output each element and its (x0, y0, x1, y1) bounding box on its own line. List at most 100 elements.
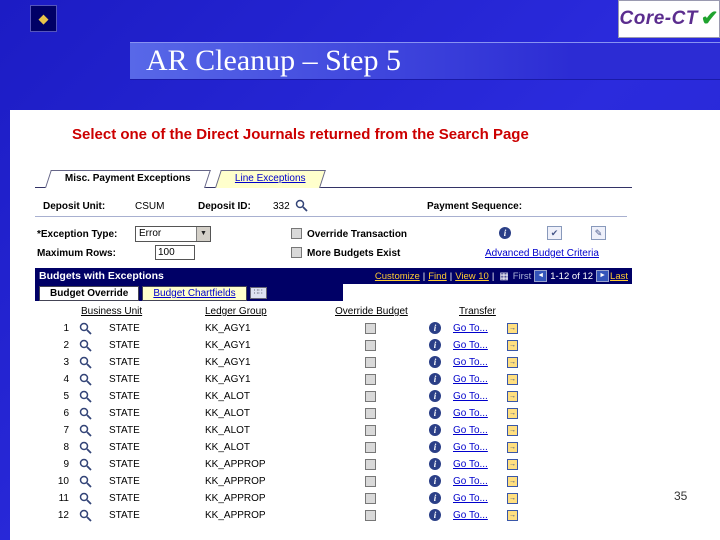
override-budget-checkbox[interactable] (365, 425, 376, 436)
show-all-columns-button[interactable]: ∷∷ (249, 287, 267, 299)
ledger-group-cell: KK_ALOT (205, 391, 251, 402)
more-budgets-exist-label: More Budgets Exist (307, 248, 401, 259)
row-lookup-magnifier-icon[interactable] (79, 424, 92, 440)
column-header-ledger-group[interactable]: Ledger Group (205, 306, 267, 317)
tab-budget-chartfields[interactable]: Budget Chartfields (142, 286, 247, 301)
goto-transfer-icon[interactable]: → (507, 459, 518, 470)
goto-link[interactable]: Go To... (453, 510, 488, 521)
goto-link[interactable]: Go To... (453, 374, 488, 385)
goto-transfer-icon[interactable]: → (507, 357, 518, 368)
override-budget-checkbox[interactable] (365, 442, 376, 453)
row-info-button[interactable]: i (429, 356, 441, 368)
override-budget-checkbox[interactable] (365, 459, 376, 470)
row-lookup-magnifier-icon[interactable] (79, 356, 92, 372)
goto-transfer-icon[interactable]: → (507, 374, 518, 385)
goto-transfer-icon[interactable]: → (507, 391, 518, 402)
goto-link[interactable]: Go To... (453, 442, 488, 453)
row-info-button[interactable]: i (429, 390, 441, 402)
find-link[interactable]: Find (428, 271, 446, 282)
row-info-button[interactable]: i (429, 339, 441, 351)
goto-transfer-icon[interactable]: → (507, 408, 518, 419)
last-link[interactable]: Last (610, 271, 628, 282)
goto-link[interactable]: Go To... (453, 493, 488, 504)
row-lookup-magnifier-icon[interactable] (79, 441, 92, 457)
row-lookup-magnifier-icon[interactable] (79, 492, 92, 508)
override-budget-checkbox[interactable] (365, 374, 376, 385)
row-info-button[interactable]: i (429, 373, 441, 385)
more-budgets-exist-checkbox[interactable] (291, 247, 302, 258)
pencil-icon[interactable]: ✎ (591, 226, 606, 240)
slide-page-number: 35 (674, 489, 688, 503)
row-info-button[interactable]: i (429, 322, 441, 334)
row-info-button[interactable]: i (429, 492, 441, 504)
row-lookup-magnifier-icon[interactable] (79, 458, 92, 474)
exception-type-select[interactable]: Error ▼ (135, 226, 211, 242)
next-arrow-icon[interactable]: ► (596, 270, 610, 282)
view-link[interactable]: View 10 (455, 271, 489, 282)
goto-transfer-icon[interactable]: → (507, 493, 518, 504)
table-row: 5 STATE KK_ALOT i Go To... → (35, 388, 632, 405)
row-info-button[interactable]: i (429, 458, 441, 470)
override-budget-checkbox[interactable] (365, 340, 376, 351)
tab-budget-override[interactable]: Budget Override (39, 286, 140, 301)
goto-link[interactable]: Go To... (453, 476, 488, 487)
override-budget-checkbox[interactable] (365, 391, 376, 402)
override-transaction-info-button[interactable]: i (499, 227, 511, 239)
goto-link[interactable]: Go To... (453, 425, 488, 436)
row-lookup-magnifier-icon[interactable] (79, 339, 92, 355)
row-lookup-magnifier-icon[interactable] (79, 407, 92, 423)
info-icon: i (429, 356, 441, 368)
goto-transfer-icon[interactable]: → (507, 425, 518, 436)
first-link[interactable]: First (511, 271, 533, 282)
goto-link[interactable]: Go To... (453, 340, 488, 351)
tab-label: Misc. Payment Exceptions (64, 173, 191, 184)
goto-link[interactable]: Go To... (453, 323, 488, 334)
row-lookup-magnifier-icon[interactable] (79, 475, 92, 491)
stamp-icon[interactable]: ✔ (547, 226, 562, 240)
customize-link[interactable]: Customize (375, 271, 420, 282)
tab-label: Budget Chartfields (153, 288, 236, 299)
dropdown-arrow-icon[interactable]: ▼ (196, 227, 210, 241)
row-info-button[interactable]: i (429, 509, 441, 521)
override-budget-checkbox[interactable] (365, 510, 376, 521)
info-icon: i (429, 322, 441, 334)
business-unit-cell: STATE (109, 408, 140, 419)
goto-link[interactable]: Go To... (453, 357, 488, 368)
goto-link[interactable]: Go To... (453, 391, 488, 402)
row-lookup-magnifier-icon[interactable] (79, 373, 92, 389)
goto-transfer-icon[interactable]: → (507, 442, 518, 453)
row-number: 1 (63, 323, 69, 334)
column-header-override-budget[interactable]: Override Budget (335, 306, 408, 317)
download-grid-icon[interactable]: ▦ (497, 271, 510, 282)
business-unit-cell: STATE (109, 357, 140, 368)
row-info-button[interactable]: i (429, 424, 441, 436)
override-budget-checkbox[interactable] (365, 476, 376, 487)
goto-transfer-icon[interactable]: → (507, 476, 518, 487)
row-lookup-magnifier-icon[interactable] (79, 509, 92, 525)
prev-arrow-icon[interactable]: ◄ (534, 270, 548, 282)
row-info-button[interactable]: i (429, 441, 441, 453)
goto-link[interactable]: Go To... (453, 459, 488, 470)
advanced-budget-criteria-link[interactable]: Advanced Budget Criteria (485, 248, 599, 259)
override-budget-checkbox[interactable] (365, 493, 376, 504)
row-info-button[interactable]: i (429, 475, 441, 487)
override-budget-checkbox[interactable] (365, 323, 376, 334)
goto-transfer-icon[interactable]: → (507, 510, 518, 521)
row-number: 8 (63, 442, 69, 453)
column-header-transfer[interactable]: Transfer (459, 306, 496, 317)
override-budget-checkbox[interactable] (365, 357, 376, 368)
tab-misc-payment-exceptions[interactable]: Misc. Payment Exceptions (45, 170, 211, 188)
row-lookup-magnifier-icon[interactable] (79, 322, 92, 338)
override-transaction-checkbox[interactable] (291, 228, 302, 239)
row-number: 9 (63, 459, 69, 470)
goto-link[interactable]: Go To... (453, 408, 488, 419)
goto-transfer-icon[interactable]: → (507, 323, 518, 334)
goto-transfer-icon[interactable]: → (507, 340, 518, 351)
row-lookup-magnifier-icon[interactable] (79, 390, 92, 406)
column-header-business-unit[interactable]: Business Unit (81, 306, 142, 317)
tab-line-exceptions[interactable]: Line Exceptions (214, 170, 326, 188)
deposit-id-lookup-magnifier-icon[interactable] (295, 199, 308, 215)
override-budget-checkbox[interactable] (365, 408, 376, 419)
row-info-button[interactable]: i (429, 407, 441, 419)
maximum-rows-input[interactable] (155, 245, 195, 260)
